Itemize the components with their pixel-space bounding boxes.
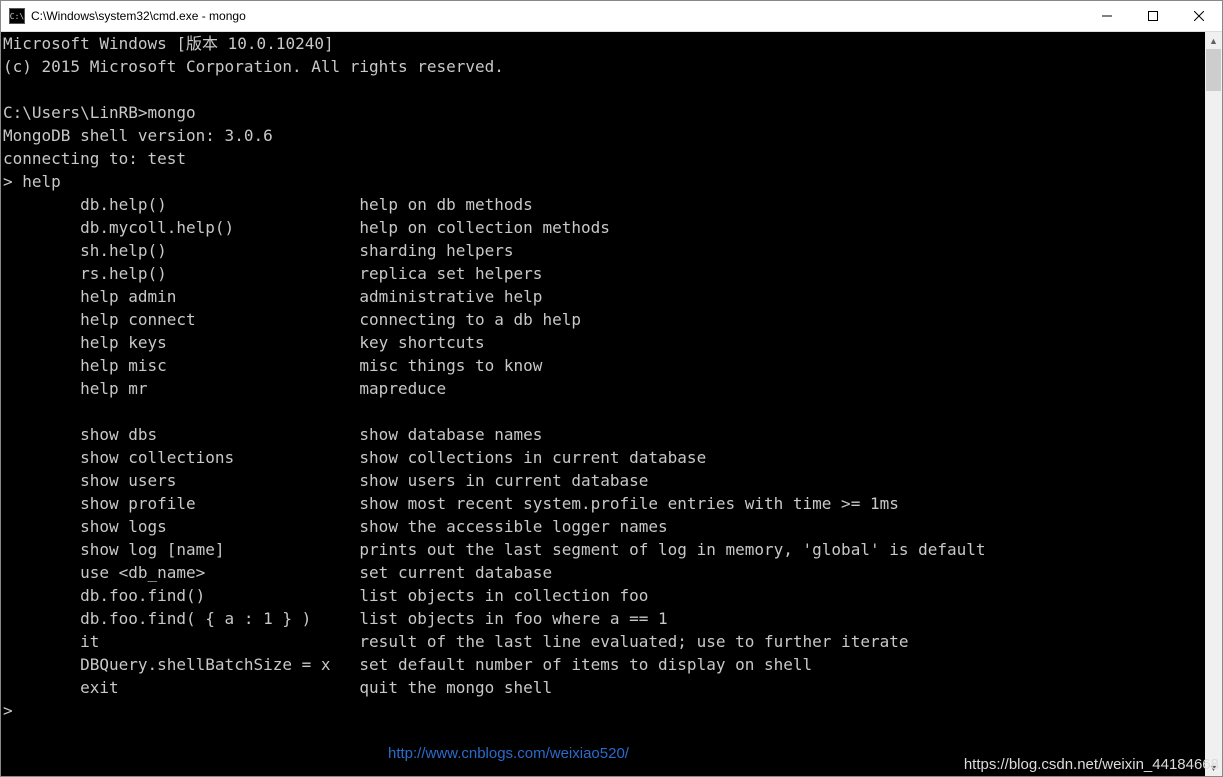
console-area: Microsoft Windows [版本 10.0.10240] (c) 20… [1, 32, 1222, 776]
cmd-icon: C:\ [9, 8, 25, 24]
copyright-line: (c) 2015 Microsoft Corporation. All righ… [3, 57, 504, 76]
close-button[interactable] [1176, 1, 1222, 31]
help-block: db.help() help on db methods db.mycoll.h… [3, 195, 986, 697]
os-header: Microsoft Windows [版本 10.0.10240] [3, 34, 334, 53]
connecting-line: connecting to: test [3, 149, 186, 168]
shell-version: MongoDB shell version: 3.0.6 [3, 126, 273, 145]
window-controls [1084, 1, 1222, 31]
minimize-button[interactable] [1084, 1, 1130, 31]
scroll-track[interactable] [1205, 49, 1222, 759]
prompt-line: C:\Users\LinRB>mongo [3, 103, 196, 122]
vertical-scrollbar[interactable]: ▲ ▼ [1205, 32, 1222, 776]
window-title: C:\Windows\system32\cmd.exe - mongo [31, 9, 1084, 23]
blog-link[interactable]: http://www.cnblogs.com/weixiao520/ [388, 745, 629, 762]
help-prompt: > help [3, 172, 61, 191]
scroll-up-arrow-icon[interactable]: ▲ [1205, 32, 1222, 49]
cmd-window: C:\ C:\Windows\system32\cmd.exe - mongo … [0, 0, 1223, 777]
final-prompt: > [3, 701, 13, 720]
scroll-thumb[interactable] [1206, 49, 1221, 91]
maximize-button[interactable] [1130, 1, 1176, 31]
titlebar[interactable]: C:\ C:\Windows\system32\cmd.exe - mongo [1, 1, 1222, 32]
watermark-text: https://blog.csdn.net/weixin_44184668 [964, 756, 1219, 773]
console-output[interactable]: Microsoft Windows [版本 10.0.10240] (c) 20… [1, 32, 1205, 776]
